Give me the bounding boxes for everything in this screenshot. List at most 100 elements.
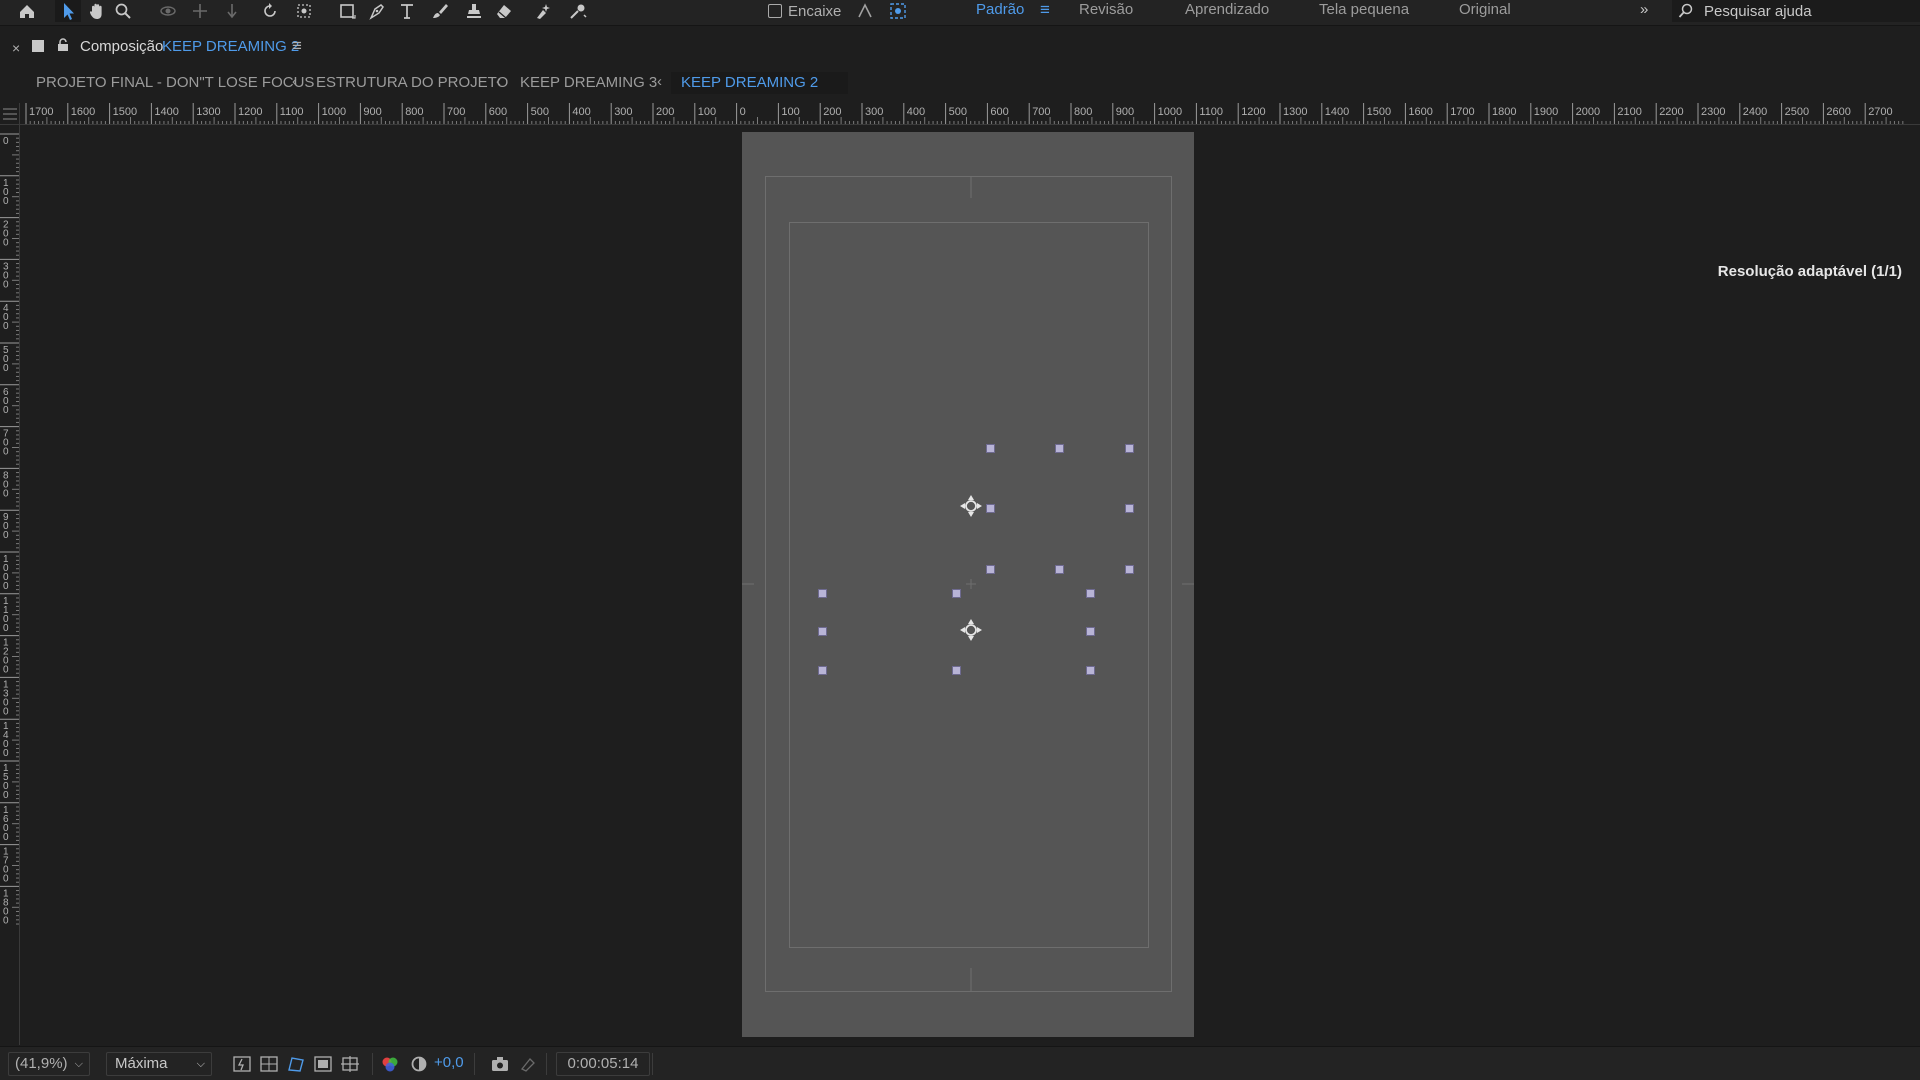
region-of-interest-icon[interactable] bbox=[313, 1055, 333, 1073]
close-panel-icon[interactable]: × bbox=[12, 40, 20, 56]
brush-tool-icon[interactable] bbox=[427, 0, 453, 22]
ruler-label: 1400 bbox=[154, 106, 178, 118]
ruler-label: 1000 bbox=[1158, 106, 1182, 118]
rectangle-tool-icon[interactable] bbox=[334, 0, 360, 22]
pan-behind-tool-icon[interactable] bbox=[291, 0, 317, 22]
current-time-display[interactable]: 0:00:05:14 bbox=[556, 1052, 650, 1076]
puppet-pin-icon[interactable] bbox=[565, 0, 591, 22]
anchor-point-icon[interactable] bbox=[958, 493, 984, 519]
breadcrumb-keep-dreaming-3[interactable]: KEEP DREAMING 3 bbox=[520, 74, 657, 91]
breadcrumb-keep-dreaming-2[interactable]: KEEP DREAMING 2 bbox=[671, 72, 849, 94]
more-workspaces-icon[interactable]: » bbox=[1640, 0, 1648, 22]
vertical-ruler[interactable]: 0100200300400500600700800900100011001200… bbox=[0, 125, 20, 1045]
layer-handle[interactable] bbox=[1125, 504, 1134, 513]
divider bbox=[546, 1053, 547, 1075]
ruler-label: 0 bbox=[3, 238, 9, 249]
type-tool-icon[interactable] bbox=[394, 0, 420, 22]
orbit-camera-icon[interactable] bbox=[155, 0, 181, 22]
ruler-label: 200 bbox=[823, 106, 841, 118]
layer-handle[interactable] bbox=[818, 666, 827, 675]
workspace-original[interactable]: Original bbox=[1459, 0, 1511, 22]
adaptive-resolution-label: Resolução adaptável (1/1) bbox=[1717, 263, 1902, 280]
mask-visibility-icon[interactable] bbox=[286, 1055, 306, 1073]
dolly-camera-icon[interactable] bbox=[219, 0, 245, 22]
ruler-label: 300 bbox=[865, 106, 883, 118]
ruler-label: 1500 bbox=[113, 106, 137, 118]
ruler-label: 0 bbox=[740, 106, 746, 118]
resolution-dropdown[interactable]: Máxima ⌵ bbox=[106, 1052, 212, 1076]
breadcrumb-chevron-icon: ‹ bbox=[496, 73, 501, 90]
layer-handle[interactable] bbox=[1086, 627, 1095, 636]
ruler-label: 1300 bbox=[1283, 106, 1307, 118]
zoom-tool-icon[interactable] bbox=[110, 0, 136, 22]
ruler-label: 1800 bbox=[1492, 106, 1516, 118]
layer-handle[interactable] bbox=[1055, 565, 1064, 574]
layer-handle[interactable] bbox=[952, 666, 961, 675]
ruler-origin[interactable] bbox=[0, 103, 20, 125]
home-icon[interactable] bbox=[14, 0, 40, 22]
snap-features-icon[interactable] bbox=[885, 0, 911, 22]
layer-handle[interactable] bbox=[1055, 444, 1064, 453]
horizontal-ruler[interactable]: 1700 1600 1500 1400 1300 1200 1100 1000 900 800 70… bbox=[20, 103, 1920, 125]
lock-icon[interactable] bbox=[57, 38, 69, 56]
show-snapshot-icon[interactable] bbox=[518, 1055, 538, 1073]
workspace-revisao[interactable]: Revisão bbox=[1079, 0, 1133, 22]
layer-handle[interactable] bbox=[952, 589, 961, 598]
pen-tool-icon[interactable] bbox=[364, 0, 390, 22]
snap-options-icon[interactable] bbox=[852, 0, 878, 22]
snap-toggle[interactable]: Encaixe bbox=[768, 0, 841, 22]
layer-handle[interactable] bbox=[818, 627, 827, 636]
magnification-dropdown[interactable]: (41,9%) ⌵ bbox=[8, 1052, 90, 1076]
transparency-grid-icon[interactable] bbox=[259, 1055, 279, 1073]
ruler-label: 600 bbox=[990, 106, 1008, 118]
pan-camera-icon[interactable] bbox=[187, 0, 213, 22]
reset-exposure-icon[interactable] bbox=[409, 1055, 429, 1073]
workspace-aprendizado[interactable]: Aprendizado bbox=[1185, 0, 1269, 22]
exposure-value[interactable]: +0,0 bbox=[434, 1054, 464, 1071]
ruler-label: 0 bbox=[3, 363, 9, 374]
help-search[interactable]: Pesquisar ajuda bbox=[1672, 0, 1920, 22]
fast-previews-icon[interactable] bbox=[232, 1055, 252, 1073]
layer-handle[interactable] bbox=[1086, 666, 1095, 675]
grid-guides-icon[interactable] bbox=[340, 1055, 360, 1073]
composition-frame[interactable] bbox=[742, 132, 1194, 1037]
eraser-tool-icon[interactable] bbox=[491, 0, 517, 22]
viewer-footer: (41,9%) ⌵ Máxima ⌵ +0,0 0:00:05:14 bbox=[0, 1046, 1920, 1080]
layer-handle[interactable] bbox=[818, 589, 827, 598]
breadcrumb-estrutura[interactable]: ESTRUTURA DO PROJETO bbox=[316, 74, 508, 91]
ruler-label: 1700 bbox=[1450, 106, 1474, 118]
layer-handle[interactable] bbox=[986, 444, 995, 453]
layer-handle[interactable] bbox=[1125, 444, 1134, 453]
channel-rgb-icon[interactable] bbox=[380, 1055, 400, 1073]
hand-tool-icon[interactable] bbox=[84, 0, 110, 22]
snap-checkbox[interactable] bbox=[768, 4, 782, 18]
ruler-label: 700 bbox=[1032, 106, 1050, 118]
ruler-label: 400 bbox=[907, 106, 925, 118]
layer-handle[interactable] bbox=[986, 565, 995, 574]
ruler-label: 0 bbox=[3, 321, 9, 332]
ruler-label: 2600 bbox=[1826, 106, 1850, 118]
panel-menu-icon[interactable]: ≡ bbox=[292, 36, 302, 56]
composition-name[interactable]: KEEP DREAMING 2 bbox=[162, 38, 299, 55]
ruler-label: 2100 bbox=[1617, 106, 1641, 118]
ruler-label: 100 bbox=[698, 106, 716, 118]
workspace-tela-pequena[interactable]: Tela pequena bbox=[1319, 0, 1409, 22]
selection-tool-icon[interactable] bbox=[55, 0, 81, 22]
roto-brush-icon[interactable] bbox=[531, 0, 557, 22]
ruler-label: 0 bbox=[3, 748, 9, 759]
ruler-label: 2500 bbox=[1785, 106, 1809, 118]
tools-panel: Encaixe Padrão ≡ Revisão Aprendizado Tel… bbox=[0, 0, 1920, 26]
workspace-padrao[interactable]: Padrão bbox=[976, 0, 1024, 22]
clone-stamp-icon[interactable] bbox=[461, 0, 487, 22]
search-icon bbox=[1678, 3, 1693, 18]
rotate-tool-icon[interactable] bbox=[257, 0, 283, 22]
layer-handle[interactable] bbox=[986, 504, 995, 513]
ruler-label: 0 bbox=[3, 488, 9, 499]
layer-handle[interactable] bbox=[1086, 589, 1095, 598]
anchor-point-icon[interactable] bbox=[958, 617, 984, 643]
ruler-label: 2400 bbox=[1743, 106, 1767, 118]
camera-snapshot-icon[interactable] bbox=[490, 1055, 510, 1073]
breadcrumb-projeto-final[interactable]: PROJETO FINAL - DON"T LOSE FOCUS bbox=[36, 74, 314, 91]
layer-handle[interactable] bbox=[1125, 565, 1134, 574]
workspace-menu-icon[interactable]: ≡ bbox=[1040, 0, 1050, 22]
